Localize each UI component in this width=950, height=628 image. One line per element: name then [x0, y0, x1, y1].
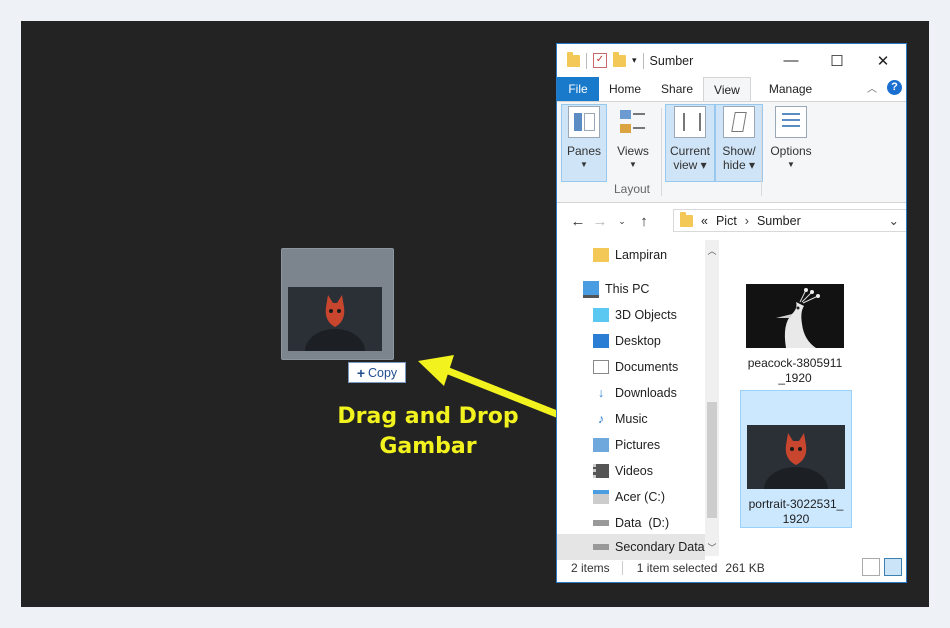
options-icon	[775, 106, 807, 138]
collapse-ribbon-icon[interactable]: ︿	[867, 80, 877, 95]
current-view-label: Current view ▾	[669, 144, 710, 172]
status-item-count: 2 items	[571, 561, 610, 575]
folder-icon	[567, 51, 580, 67]
pictures-icon	[593, 438, 609, 452]
status-selected: 1 item selected	[636, 561, 718, 575]
current-view-button[interactable]: Current view ▾	[665, 104, 715, 182]
tab-file[interactable]: File	[557, 77, 599, 101]
address-folder-icon	[680, 211, 693, 227]
nav-scrollbar[interactable]: ︿ ﹀	[705, 240, 719, 556]
nav-label: Data (D:)	[615, 516, 670, 530]
film-icon	[593, 464, 609, 478]
panes-label: Panes	[566, 144, 602, 158]
tab-share[interactable]: Share	[651, 77, 703, 101]
navigation-bar: ← → ⌄ ↑ « Pict › Sumber ⌄	[557, 203, 906, 239]
plus-icon: +	[356, 364, 365, 381]
options-button[interactable]: Options ▼	[767, 106, 815, 172]
panes-button[interactable]: Panes ▼	[561, 104, 607, 182]
quick-access-dropdown-icon[interactable]: ▾	[632, 55, 637, 66]
drag-preview	[281, 248, 394, 360]
nav-label: Acer (C:)	[615, 490, 665, 504]
new-folder-icon[interactable]	[613, 51, 626, 67]
ribbon-tabs: File Home Share View Manage ︿ ?	[557, 77, 906, 101]
properties-icon[interactable]: ✓	[593, 53, 607, 68]
download-arrow-icon: ↓	[597, 386, 605, 400]
up-arrow-icon[interactable]: ↑	[633, 213, 655, 230]
navigation-pane: Lampiran This PC 3D Objects Desktop Docu…	[557, 240, 720, 560]
nav-label: Videos	[615, 464, 653, 478]
details-view-icon[interactable]	[862, 558, 880, 576]
computer-icon	[583, 280, 599, 298]
window-title: Sumber	[649, 53, 694, 68]
nav-label: Secondary Data	[615, 540, 705, 554]
minimize-button[interactable]: —	[768, 44, 814, 77]
folder-icon	[593, 248, 609, 262]
status-bar: 2 items 1 item selected 261 KB	[557, 554, 906, 582]
layout-group-label: Layout	[613, 182, 651, 196]
caption: Drag and Drop Gambar	[322, 402, 534, 462]
desktop-icon	[593, 334, 609, 348]
copy-indicator: + Copy	[348, 362, 406, 383]
maximize-button[interactable]: ☐	[814, 44, 860, 77]
show-hide-button[interactable]: Show/hide ▾	[715, 104, 763, 182]
address-prefix: «	[701, 213, 708, 228]
document-icon	[593, 360, 609, 374]
portrait-thumbnail	[747, 425, 845, 511]
file-name-portrait: portrait-3022531_ 1920	[748, 497, 844, 526]
help-icon[interactable]: ?	[887, 80, 902, 95]
drive-icon	[593, 490, 609, 504]
scrollbar-thumb[interactable]	[707, 402, 717, 518]
options-label: Options	[770, 144, 812, 158]
show-hide-icon	[723, 106, 755, 138]
drive-icon	[593, 544, 609, 550]
current-view-icon	[674, 106, 706, 138]
copy-label: Copy	[368, 365, 398, 380]
views-label: Views	[617, 144, 649, 158]
close-button[interactable]: ✕	[860, 44, 906, 77]
file-name-peacock: peacock-3805911 _1920	[747, 356, 843, 385]
tab-home[interactable]: Home	[599, 77, 651, 101]
nav-label: Downloads	[615, 386, 677, 400]
nav-label: Desktop	[615, 334, 661, 348]
status-size: 261 KB	[725, 561, 765, 575]
cube-icon	[593, 308, 609, 322]
file-item-portrait[interactable]: portrait-3022531_ 1920	[740, 390, 852, 528]
ribbon: Panes ▼ Views ▼ Layout Current view ▾ Sh…	[557, 101, 906, 203]
large-icons-view-icon[interactable]	[884, 558, 902, 576]
nav-label: Lampiran	[615, 248, 668, 262]
recent-dropdown-icon[interactable]: ⌄	[611, 216, 633, 227]
panes-icon	[568, 106, 600, 138]
music-note-icon: ♪	[597, 412, 605, 426]
nav-label: 3D Objects	[615, 308, 677, 322]
address-dropdown-icon[interactable]: ⌄	[889, 213, 899, 228]
drive-icon	[593, 520, 609, 526]
portrait-drag-thumbnail	[288, 287, 382, 351]
breadcrumb-pict[interactable]: Pict	[716, 214, 737, 228]
nav-label: Documents	[615, 360, 679, 374]
views-icon	[617, 106, 649, 138]
address-bar[interactable]: « Pict › Sumber ⌄	[673, 209, 906, 232]
show-hide-label: Show/hide ▾	[722, 144, 756, 172]
tab-view[interactable]: View	[703, 77, 751, 101]
nav-label: Pictures	[615, 438, 661, 452]
forward-arrow-icon[interactable]: →	[589, 213, 611, 230]
nav-label: This PC	[605, 282, 650, 296]
file-list: peacock-3805911 _1920 portrait-3022531_ 19…	[720, 240, 906, 556]
back-arrow-icon[interactable]: ←	[567, 213, 589, 230]
scroll-down-icon[interactable]: ﹀	[705, 541, 719, 554]
caption-line-1: Drag and Drop	[337, 404, 519, 429]
caption-line-2: Gambar	[379, 434, 477, 459]
breadcrumb-sumber[interactable]: Sumber	[757, 214, 801, 228]
peacock-thumbnail	[746, 284, 844, 348]
scroll-up-icon[interactable]: ︿	[705, 244, 719, 257]
file-explorer-window: ✓ ▾ Sumber — ☐ ✕ File Home Share View Ma…	[556, 43, 907, 583]
title-bar: ✓ ▾ Sumber — ☐ ✕	[557, 44, 906, 77]
file-item-peacock[interactable]: peacock-3805911 _1920	[739, 284, 851, 386]
tab-manage[interactable]: Manage	[759, 77, 822, 101]
views-button[interactable]: Views ▼	[613, 106, 653, 172]
nav-label: Music	[615, 412, 648, 426]
